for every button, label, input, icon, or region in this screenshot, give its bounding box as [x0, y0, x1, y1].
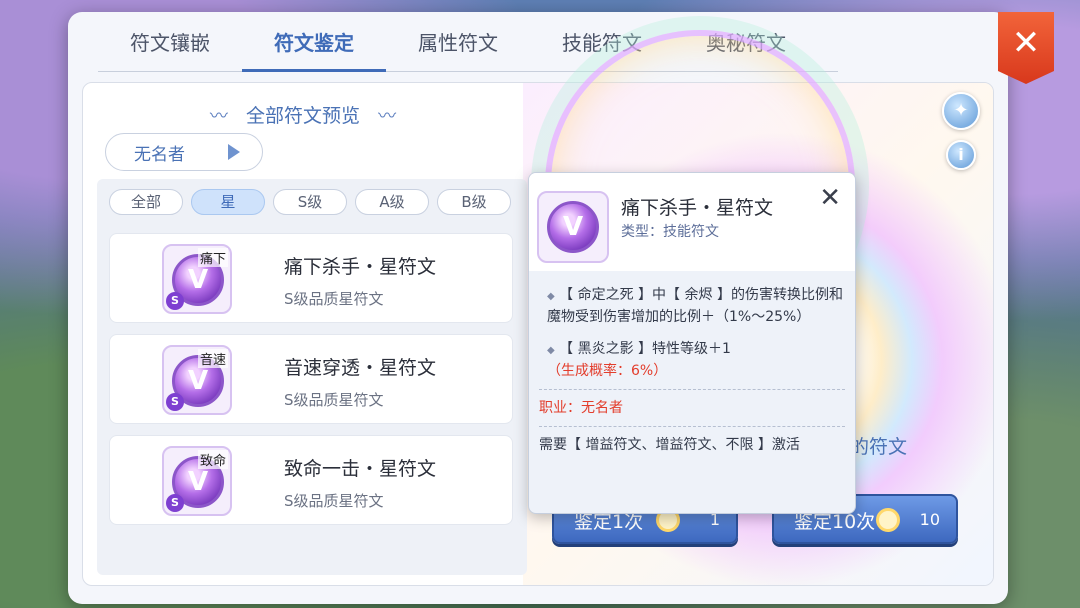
rune-icon: 痛下 S: [162, 244, 232, 314]
filter-star[interactable]: 星: [191, 189, 265, 215]
rune-icon: 致命 S: [162, 446, 232, 516]
filter-a-grade[interactable]: A级: [355, 189, 429, 215]
filter-b-grade[interactable]: B级: [437, 189, 511, 215]
popup-header: 痛下杀手・星符文 类型：技能符文 ✕: [529, 173, 855, 271]
grade-badge: S: [166, 494, 184, 512]
wand-icon[interactable]: ✦: [942, 92, 980, 130]
tab-rune-appraise[interactable]: 符文鉴定: [242, 20, 386, 72]
rune-name: 音速穿透・星符文: [284, 357, 437, 379]
rune-name: 痛下杀手・星符文: [284, 256, 437, 278]
effect-text-2: 【 黑炎之影 】特性等级＋1: [559, 341, 731, 357]
filter-s-grade[interactable]: S级: [273, 189, 347, 215]
rune-quality: S级品质星符文: [284, 290, 384, 308]
rune-list-item[interactable]: 音速 S 音速穿透・星符文 S级品质星符文: [109, 334, 513, 424]
preview-title: 〰 全部符文预览 〰: [183, 101, 423, 128]
grade-badge: S: [166, 292, 184, 310]
rune-list-item[interactable]: 致命 S 致命一击・星符文 S级品质星符文: [109, 435, 513, 525]
swirl-right-icon: 〰: [378, 106, 397, 127]
effect-chance: （生成概率：6%）: [547, 363, 668, 379]
close-icon: ✕: [1011, 23, 1041, 63]
job-requirement: 职业：无名者: [539, 400, 623, 416]
bullet-icon: ◆: [547, 345, 555, 356]
popup-rune-name: 痛下杀手・星符文: [621, 197, 774, 219]
rune-tag: 痛下: [197, 248, 228, 267]
appraise-hint-text: 的符文: [850, 436, 908, 458]
divider: [539, 389, 845, 390]
swirl-left-icon: 〰: [209, 106, 228, 127]
activation-requirement: 需要【 增益符文、增益符文、不限 】激活: [539, 437, 800, 453]
divider: [539, 426, 845, 427]
tab-attribute-rune[interactable]: 属性符文: [386, 20, 530, 71]
rune-quality: S级品质星符文: [284, 492, 384, 510]
preview-title-text: 全部符文预览: [245, 105, 360, 127]
popup-rune-icon: [537, 191, 609, 263]
appraise-ten-count: 10: [919, 510, 940, 529]
popup-close-icon[interactable]: ✕: [819, 183, 841, 213]
rune-tag: 致命: [197, 450, 228, 469]
rune-detail-popup: 痛下杀手・星符文 类型：技能符文 ✕ ◆ 【 命定之死 】中【 余烬 】的伤害转…: [528, 172, 856, 514]
filter-all[interactable]: 全部: [109, 189, 183, 215]
rune-name: 致命一击・星符文: [284, 458, 437, 480]
play-arrow-icon: [228, 144, 240, 160]
effect-text-1: 【 命定之死 】中【 余烬 】的伤害转换比例和魔物受到伤害增加的比例＋（1%～2…: [547, 287, 843, 325]
rune-list-item[interactable]: 痛下 S 痛下杀手・星符文 S级品质星符文: [109, 233, 513, 323]
effect-line-2: ◆ 【 黑炎之影 】特性等级＋1 （生成概率：6%）: [539, 339, 845, 381]
magnifier-icon: [876, 508, 900, 532]
tab-rune-inlay[interactable]: 符文镶嵌: [98, 20, 242, 71]
grade-badge: S: [166, 393, 184, 411]
close-button[interactable]: ✕: [998, 12, 1054, 84]
rune-tag: 音速: [197, 349, 228, 368]
character-selector[interactable]: 无名者: [105, 133, 263, 171]
bullet-icon: ◆: [547, 291, 555, 302]
effect-line-1: ◆ 【 命定之死 】中【 余烬 】的伤害转换比例和魔物受到伤害增加的比例＋（1%…: [539, 285, 845, 327]
character-name: 无名者: [134, 144, 185, 165]
popup-body: ◆ 【 命定之死 】中【 余烬 】的伤害转换比例和魔物受到伤害增加的比例＋（1%…: [539, 273, 845, 501]
popup-rune-type: 类型：技能符文: [621, 224, 719, 240]
rune-icon: 音速 S: [162, 345, 232, 415]
filter-chips: 全部 星 S级 A级 B级: [109, 189, 511, 215]
rune-quality: S级品质星符文: [284, 391, 384, 409]
info-icon[interactable]: i: [946, 140, 976, 170]
rune-gem-icon: [547, 201, 599, 253]
